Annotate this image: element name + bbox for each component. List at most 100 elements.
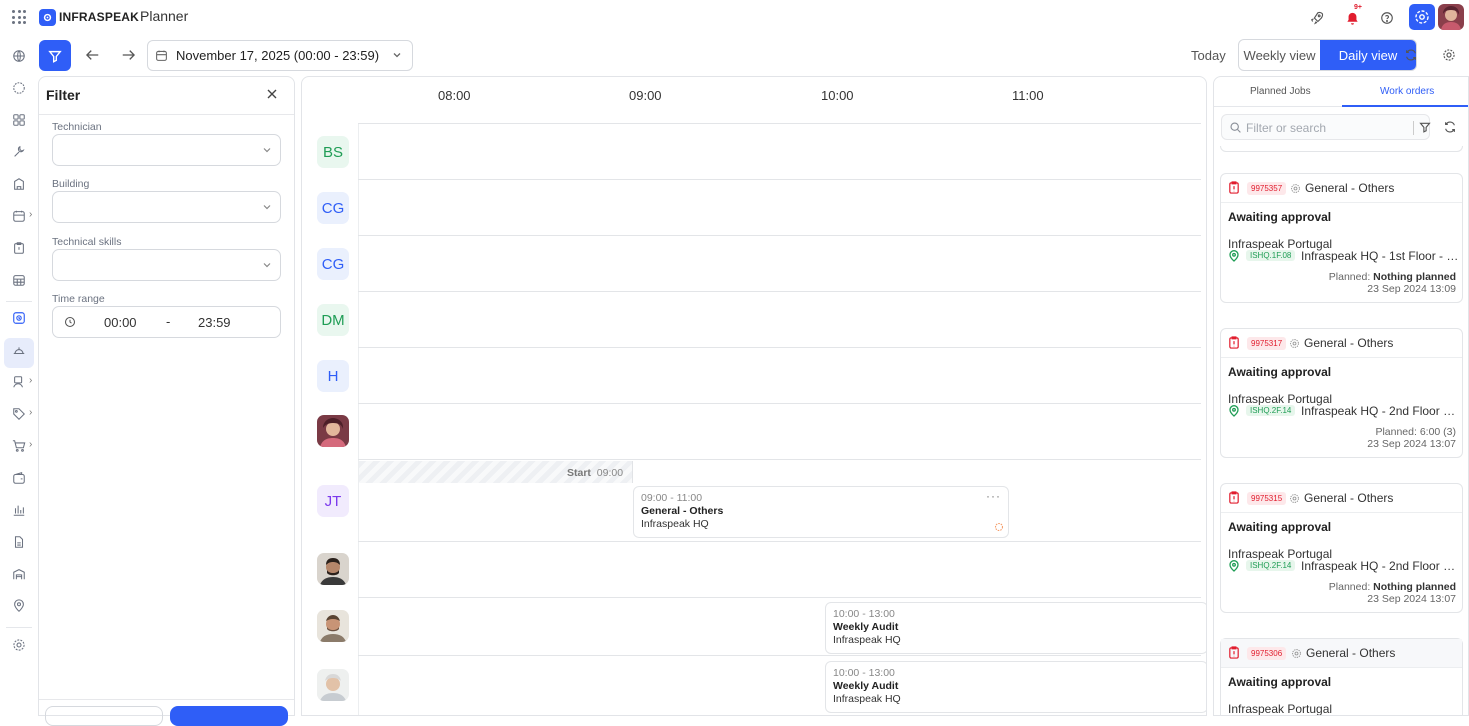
technician-select[interactable] [52, 134, 281, 166]
technician-avatar[interactable]: BS [317, 136, 349, 168]
dashboard-icon[interactable] [11, 112, 27, 128]
work-order-id[interactable]: 9975315 [1247, 492, 1287, 505]
user-avatar[interactable] [1438, 4, 1464, 30]
row-divider [358, 123, 1201, 124]
work-order-id[interactable]: 9975317 [1247, 337, 1287, 350]
chevron-right-icon: › [29, 439, 33, 450]
work-order-date: 23 Sep 2024 13:07 [1367, 593, 1456, 605]
settings-gear-icon[interactable] [11, 637, 27, 653]
active-tab-indicator [1342, 105, 1468, 107]
work-order-category: General - Others [1304, 491, 1394, 505]
calendar-icon[interactable] [11, 208, 27, 224]
date-range-picker[interactable]: November 17, 2025 (00:00 - 23:59) [147, 40, 413, 71]
building-select[interactable] [52, 191, 281, 223]
technician-avatar[interactable]: H [317, 360, 349, 392]
planned-label: Planned: [1328, 581, 1371, 593]
warehouse-icon[interactable] [11, 566, 27, 582]
globe-icon[interactable] [11, 48, 27, 64]
work-order-location: Infraspeak HQ - 1st Floor - I... [1301, 249, 1459, 263]
hour-label: 11:00 [1012, 88, 1044, 103]
gear-badge-icon [1415, 10, 1429, 24]
next-day-button[interactable] [118, 46, 138, 64]
work-order-category: General - Others [1304, 336, 1394, 350]
schedule-icon[interactable] [11, 272, 27, 288]
building-icon[interactable] [11, 176, 27, 192]
work-order-date: 23 Sep 2024 13:07 [1367, 438, 1456, 450]
pending-status-icon [994, 522, 1004, 532]
chevron-right-icon: › [29, 375, 33, 386]
filter-toggle-button[interactable] [39, 40, 71, 71]
row-divider [358, 291, 1201, 292]
today-button[interactable]: Today [1191, 48, 1226, 63]
technician-photo-avatar[interactable] [317, 415, 349, 447]
time-range-input[interactable]: 00:00 - 23:59 [52, 306, 281, 338]
close-icon[interactable] [265, 87, 279, 101]
wrench-icon[interactable] [11, 144, 27, 160]
more-options-icon[interactable]: ··· [986, 490, 1001, 503]
work-order-card[interactable]: 9975357 General - Others Awaiting approv… [1220, 173, 1463, 303]
refresh-icon[interactable] [1402, 46, 1420, 64]
row-divider [358, 347, 1201, 348]
technician-avatar[interactable]: JT [317, 485, 349, 517]
row-divider [358, 179, 1201, 180]
page-title: Planner [140, 8, 189, 24]
time-from[interactable]: 00:00 [104, 315, 137, 330]
clear-filters-button[interactable] [45, 706, 163, 726]
technician-avatar[interactable]: CG [317, 248, 349, 280]
compass-icon[interactable] [11, 80, 27, 96]
planner-event-card[interactable]: 10:00 - 13:00 Weekly Audit Infraspeak HQ [825, 602, 1206, 654]
location-pin-icon[interactable] [11, 598, 27, 614]
weekly-view-button[interactable]: Weekly view [1239, 40, 1320, 70]
cart-icon[interactable] [11, 438, 27, 454]
work-order-status: Awaiting approval [1228, 365, 1332, 379]
previous-day-button[interactable] [83, 46, 103, 64]
technician-avatar[interactable]: DM [317, 304, 349, 336]
technician-avatar[interactable]: CG [317, 192, 349, 224]
tab-work-orders[interactable]: Work orders [1380, 86, 1434, 97]
settings-gear-icon[interactable] [1440, 46, 1458, 64]
apply-filters-button[interactable] [170, 706, 288, 726]
top-bar: INFRASPEAK Planner 9+ [0, 0, 1469, 36]
bell-icon[interactable] [1343, 9, 1361, 27]
technician-photo-avatar[interactable] [317, 610, 349, 642]
clipboard-icon[interactable] [11, 240, 27, 256]
refresh-icon [1445, 121, 1455, 133]
work-order-id[interactable]: 9975306 [1247, 647, 1287, 660]
divider [39, 114, 294, 115]
panel-tabs: Planned Jobs Work orders [1214, 77, 1468, 107]
admin-settings-button[interactable] [1409, 4, 1435, 30]
work-order-id[interactable]: 9975357 [1247, 182, 1287, 195]
clipboard-alert-icon [1229, 491, 1239, 504]
event-location: Infraspeak HQ [833, 634, 901, 646]
technician-photo-avatar[interactable] [317, 669, 349, 701]
technician-photo-avatar[interactable] [317, 553, 349, 585]
hour-label: 10:00 [821, 88, 854, 103]
planner-icon[interactable] [11, 310, 27, 326]
event-name: Weekly Audit [833, 621, 899, 633]
planner-event-card[interactable]: 09:00 - 11:00 General - Others Infraspea… [633, 486, 1009, 538]
time-separator: - [166, 314, 171, 329]
work-order-header: 9975357 General - Others [1221, 174, 1462, 203]
search-input[interactable]: Filter or search [1221, 114, 1431, 140]
planner-event-card[interactable]: 10:00 - 13:00 Weekly Audit Infraspeak HQ [825, 661, 1206, 713]
clock-icon [64, 316, 76, 328]
tab-planned-jobs[interactable]: Planned Jobs [1250, 86, 1311, 97]
work-order-card[interactable]: 9975306 General - Others Awaiting approv… [1220, 638, 1463, 715]
help-icon[interactable] [1378, 9, 1396, 27]
wallet-icon[interactable] [11, 470, 27, 486]
time-to[interactable]: 23:59 [198, 315, 231, 330]
work-order-card[interactable]: 9975317 General - Others Awaiting approv… [1220, 328, 1463, 458]
planned-info: Planned: Nothing planned [1329, 271, 1456, 283]
tag-icon[interactable] [11, 406, 27, 422]
apps-grid-icon[interactable] [12, 10, 26, 24]
rocket-icon[interactable] [1308, 9, 1326, 27]
work-order-category: General - Others [1305, 181, 1395, 195]
planner-grid: 08:00 09:00 10:00 11:00 BS CG CG DM H JT… [301, 76, 1207, 716]
search-placeholder: Filter or search [1246, 121, 1327, 135]
document-icon[interactable] [11, 534, 27, 550]
bar-chart-icon[interactable] [11, 502, 27, 518]
users-icon[interactable] [11, 374, 27, 390]
work-order-card[interactable]: 9975315 General - Others Awaiting approv… [1220, 483, 1463, 613]
service-bell-icon[interactable] [11, 342, 27, 358]
technical-skills-select[interactable] [52, 249, 281, 281]
